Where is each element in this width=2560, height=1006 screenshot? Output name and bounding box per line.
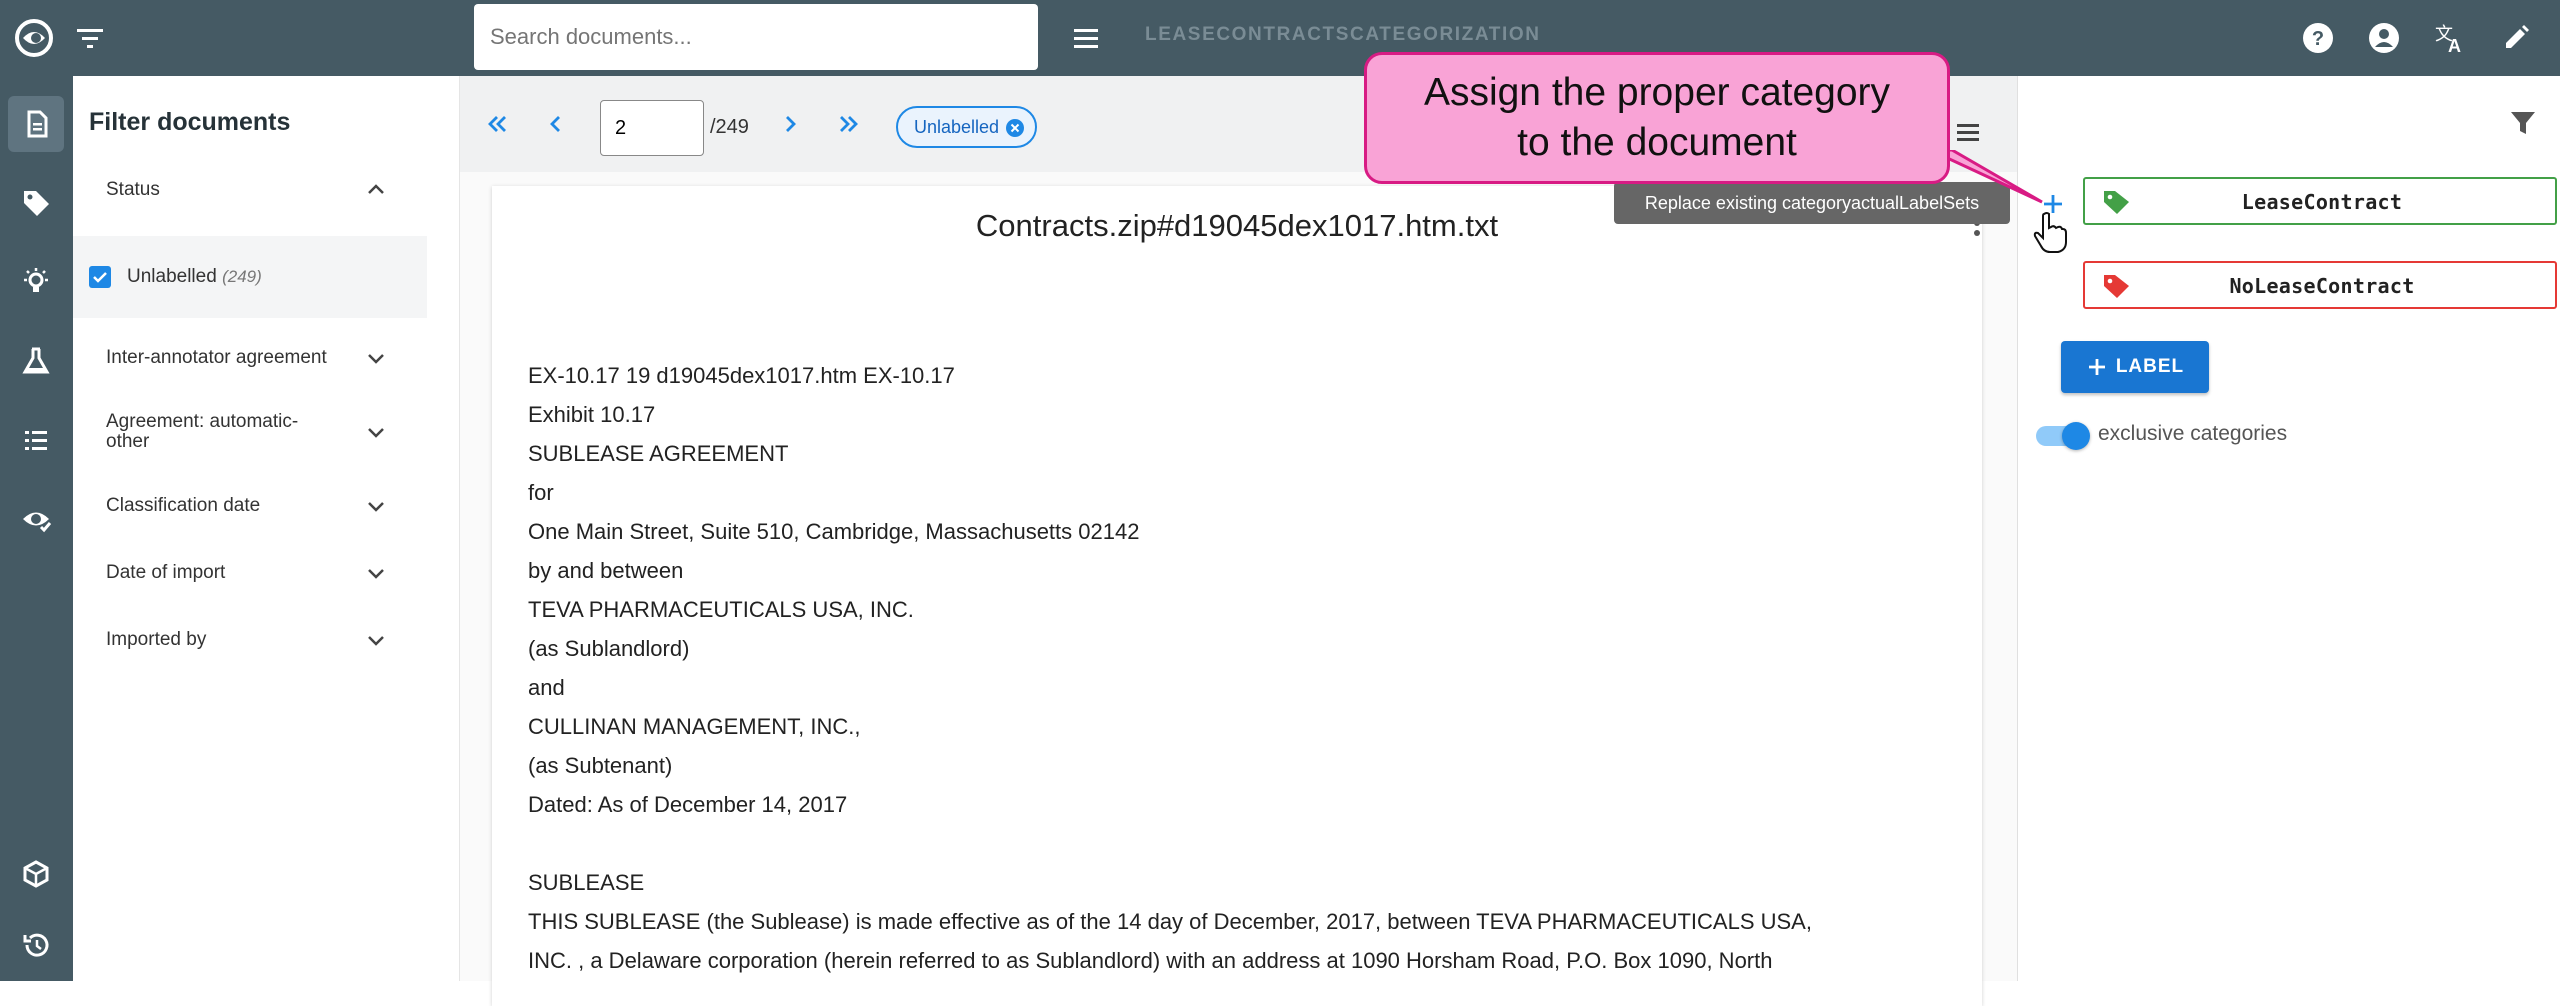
filter-label: Agreement: automatic-other <box>106 411 299 452</box>
filter-label: Date of import <box>106 562 226 583</box>
chevron-up-icon <box>368 184 384 194</box>
model-nav-icon[interactable] <box>8 846 64 902</box>
experiment-nav-icon[interactable] <box>8 333 64 389</box>
exclusive-categories-toggle[interactable] <box>2036 422 2090 450</box>
status-filter-header[interactable]: Status <box>73 160 427 220</box>
document-body: EX-10.17 19 d19045dex1017.htm EX-10.17 E… <box>528 356 1958 980</box>
document-card: Contracts.zip#d19045dex1017.htm.txt EX-1… <box>492 186 1982 1006</box>
chevron-down-icon <box>368 636 384 646</box>
menu-icon[interactable] <box>1068 20 1104 56</box>
filter-classification-date[interactable]: Classification date <box>73 476 427 536</box>
document-line: TEVA PHARMACEUTICALS USA, INC. <box>528 597 914 622</box>
callout-line-1: Assign the proper category <box>1423 71 1891 114</box>
unlabelled-label: Unlabelled <box>127 266 217 287</box>
top-bar: LEASECONTRACTSCATEGORIZATION ? 文A <box>0 0 2560 76</box>
plus-icon <box>2088 359 2105 375</box>
filter-toggle-icon[interactable] <box>72 20 108 56</box>
document-line: (as Subtenant) <box>528 753 673 778</box>
document-line: One Main Street, Suite 510, Cambridge, M… <box>528 519 1140 544</box>
category-panel: LeaseContract NoLeaseContract LABEL excl… <box>2017 76 2560 981</box>
instruction-callout: Assign the proper category to the docume… <box>1364 52 1950 184</box>
document-line: SUBLEASE <box>528 870 645 895</box>
filter-label: Inter-annotator agreement <box>106 347 327 368</box>
app-logo-icon[interactable] <box>14 18 54 58</box>
filter-imported-by[interactable]: Imported by <box>73 610 427 670</box>
chevron-down-icon <box>368 502 384 512</box>
document-line: and <box>528 675 565 700</box>
unlabelled-filter-chip[interactable]: Unlabelled <box>896 106 1038 148</box>
project-name: LEASECONTRACTSCATEGORIZATION <box>1145 24 1541 45</box>
document-line: CULLINAN MANAGEMENT, INC., <box>528 714 861 739</box>
filter-inter-annotator[interactable]: Inter-annotator agreement <box>73 328 427 388</box>
document-line: (as Sublandlord) <box>528 636 690 661</box>
category-noleasecontract[interactable]: NoLeaseContract <box>2083 261 2557 309</box>
label-nav-icon[interactable] <box>8 175 64 231</box>
chip-label: Unlabelled <box>914 116 1000 137</box>
category-name: NoLeaseContract <box>2229 274 2415 298</box>
callout-line-2: to the document <box>1517 121 1797 164</box>
next-page-icon[interactable] <box>772 106 808 142</box>
document-line: by and between <box>528 558 684 583</box>
help-icon[interactable]: ? <box>2296 16 2340 60</box>
document-line: Dated: As of December 14, 2017 <box>528 792 848 817</box>
hand-pointer-icon <box>2032 210 2068 254</box>
filter-panel: Filter documents Status Unlabelled (249)… <box>73 76 460 981</box>
status-option-unlabelled[interactable]: Unlabelled (249) <box>73 236 427 318</box>
account-icon[interactable] <box>2362 16 2406 60</box>
document-list-icon[interactable] <box>1950 114 1986 150</box>
document-line: INC. , a Delaware corporation (herein re… <box>528 948 1773 973</box>
document-line: THIS SUBLEASE (the Sublease) is made eff… <box>528 909 1812 934</box>
document-blank-line <box>528 824 1958 863</box>
exclusive-categories-label: exclusive categories <box>2098 422 2288 445</box>
chevron-down-icon <box>368 569 384 579</box>
search-input[interactable] <box>474 4 1038 70</box>
review-nav-icon[interactable] <box>8 491 64 547</box>
category-leasecontract[interactable]: LeaseContract <box>2083 177 2557 225</box>
status-filter-label: Status <box>106 179 160 200</box>
suggestions-nav-icon[interactable] <box>8 254 64 310</box>
filter-agreement-automatic[interactable]: Agreement: automatic-other <box>73 402 427 462</box>
funnel-filter-icon[interactable] <box>2506 106 2540 140</box>
document-line: for <box>528 480 554 505</box>
filter-label: Imported by <box>106 629 207 650</box>
filter-panel-title: Filter documents <box>89 108 291 136</box>
document-line: EX-10.17 19 d19045dex1017.htm EX-10.17 <box>528 363 955 388</box>
document-line: SUBLEASE AGREEMENT <box>528 441 789 466</box>
unlabelled-count: (249) <box>222 267 262 286</box>
first-page-icon[interactable] <box>480 106 516 142</box>
documents-nav-icon[interactable] <box>8 96 64 152</box>
unlabelled-checkbox[interactable] <box>89 266 111 288</box>
check-icon <box>93 272 107 283</box>
page-total: /249 <box>710 116 749 138</box>
filter-label: Classification date <box>106 495 261 516</box>
list-nav-icon[interactable] <box>8 412 64 468</box>
category-name: LeaseContract <box>2241 190 2403 214</box>
chevron-down-icon <box>368 428 384 438</box>
chip-close-icon[interactable] <box>1005 118 1025 138</box>
last-page-icon[interactable] <box>830 106 866 142</box>
svg-text:?: ? <box>2312 28 2324 50</box>
toggle-knob <box>2062 422 2090 450</box>
chevron-down-icon <box>368 354 384 364</box>
filter-date-of-import[interactable]: Date of import <box>73 543 427 603</box>
add-label-text: LABEL <box>2115 356 2185 377</box>
translate-icon[interactable]: 文A <box>2428 16 2472 60</box>
previous-page-icon[interactable] <box>538 106 574 142</box>
page-number-input[interactable] <box>600 100 704 156</box>
svg-text:A: A <box>2448 36 2461 56</box>
search-box[interactable] <box>474 4 1038 70</box>
left-navigation-rail <box>0 76 73 981</box>
document-line: Exhibit 10.17 <box>528 402 656 427</box>
add-label-button[interactable]: LABEL <box>2061 341 2209 393</box>
history-nav-icon[interactable] <box>8 917 64 973</box>
edit-icon[interactable] <box>2494 16 2538 60</box>
